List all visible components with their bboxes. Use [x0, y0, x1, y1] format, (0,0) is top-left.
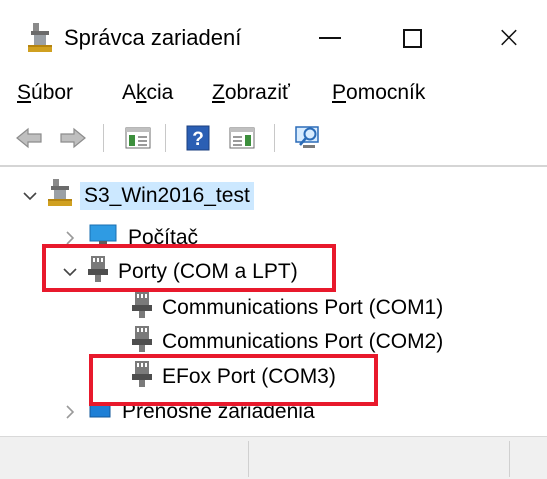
title-bar: Správca zariadení ×: [0, 0, 547, 76]
port-connector-icon: [132, 292, 152, 324]
status-bar: [0, 436, 547, 479]
status-separator: [248, 441, 249, 477]
chevron-right-icon[interactable]: [62, 404, 78, 420]
highlight-box-ports: [42, 244, 336, 292]
computer-tower-icon: [48, 179, 72, 213]
tree-item-label: Communications Port (COM1): [162, 296, 444, 319]
minimize-button[interactable]: [300, 10, 360, 66]
tree-item-label: Communications Port (COM2): [162, 330, 444, 353]
back-arrow-icon: [16, 127, 42, 149]
help-button[interactable]: ?: [184, 122, 212, 154]
highlight-box-com3: [89, 354, 378, 406]
show-hide-action-pane-icon: [229, 127, 255, 149]
forward-arrow-icon: [60, 127, 86, 149]
maximize-button[interactable]: [382, 10, 442, 66]
tree-root[interactable]: S3_Win2016_test: [22, 179, 254, 213]
toolbar-separator: [274, 124, 275, 152]
tree-root-label: S3_Win2016_test: [80, 182, 254, 210]
menu-view[interactable]: Zobraziť: [212, 81, 290, 105]
show-hide-action-pane-button[interactable]: [226, 122, 258, 154]
back-button[interactable]: [14, 122, 44, 154]
menu-bar: Súbor Akcia Zobraziť Pomocník: [0, 76, 547, 114]
show-hide-console-tree-button[interactable]: [122, 122, 154, 154]
close-button[interactable]: ×: [479, 10, 539, 66]
svg-text:?: ?: [192, 129, 204, 150]
menu-action[interactable]: Akcia: [122, 81, 173, 105]
close-icon: ×: [496, 20, 522, 55]
help-icon: ?: [186, 125, 210, 151]
chevron-down-icon[interactable]: [22, 188, 38, 204]
tree-item-com1[interactable]: Communications Port (COM1): [132, 291, 443, 325]
window-title: Správca zariadení: [64, 25, 242, 50]
toolbar-separator: [103, 124, 104, 152]
status-separator: [509, 441, 510, 477]
scan-hardware-button[interactable]: [292, 122, 326, 154]
toolbar-separator: [165, 124, 166, 152]
maximize-icon: [402, 28, 422, 48]
toolbar: ?: [0, 114, 547, 162]
monitor-icon: [295, 126, 319, 148]
menu-help[interactable]: Pomocník: [332, 81, 425, 105]
forward-button[interactable]: [58, 122, 88, 154]
menu-file[interactable]: Súbor: [17, 81, 73, 105]
device-manager-icon[interactable]: [28, 23, 52, 53]
show-hide-console-tree-icon: [125, 127, 151, 149]
minimize-icon: [319, 37, 341, 39]
